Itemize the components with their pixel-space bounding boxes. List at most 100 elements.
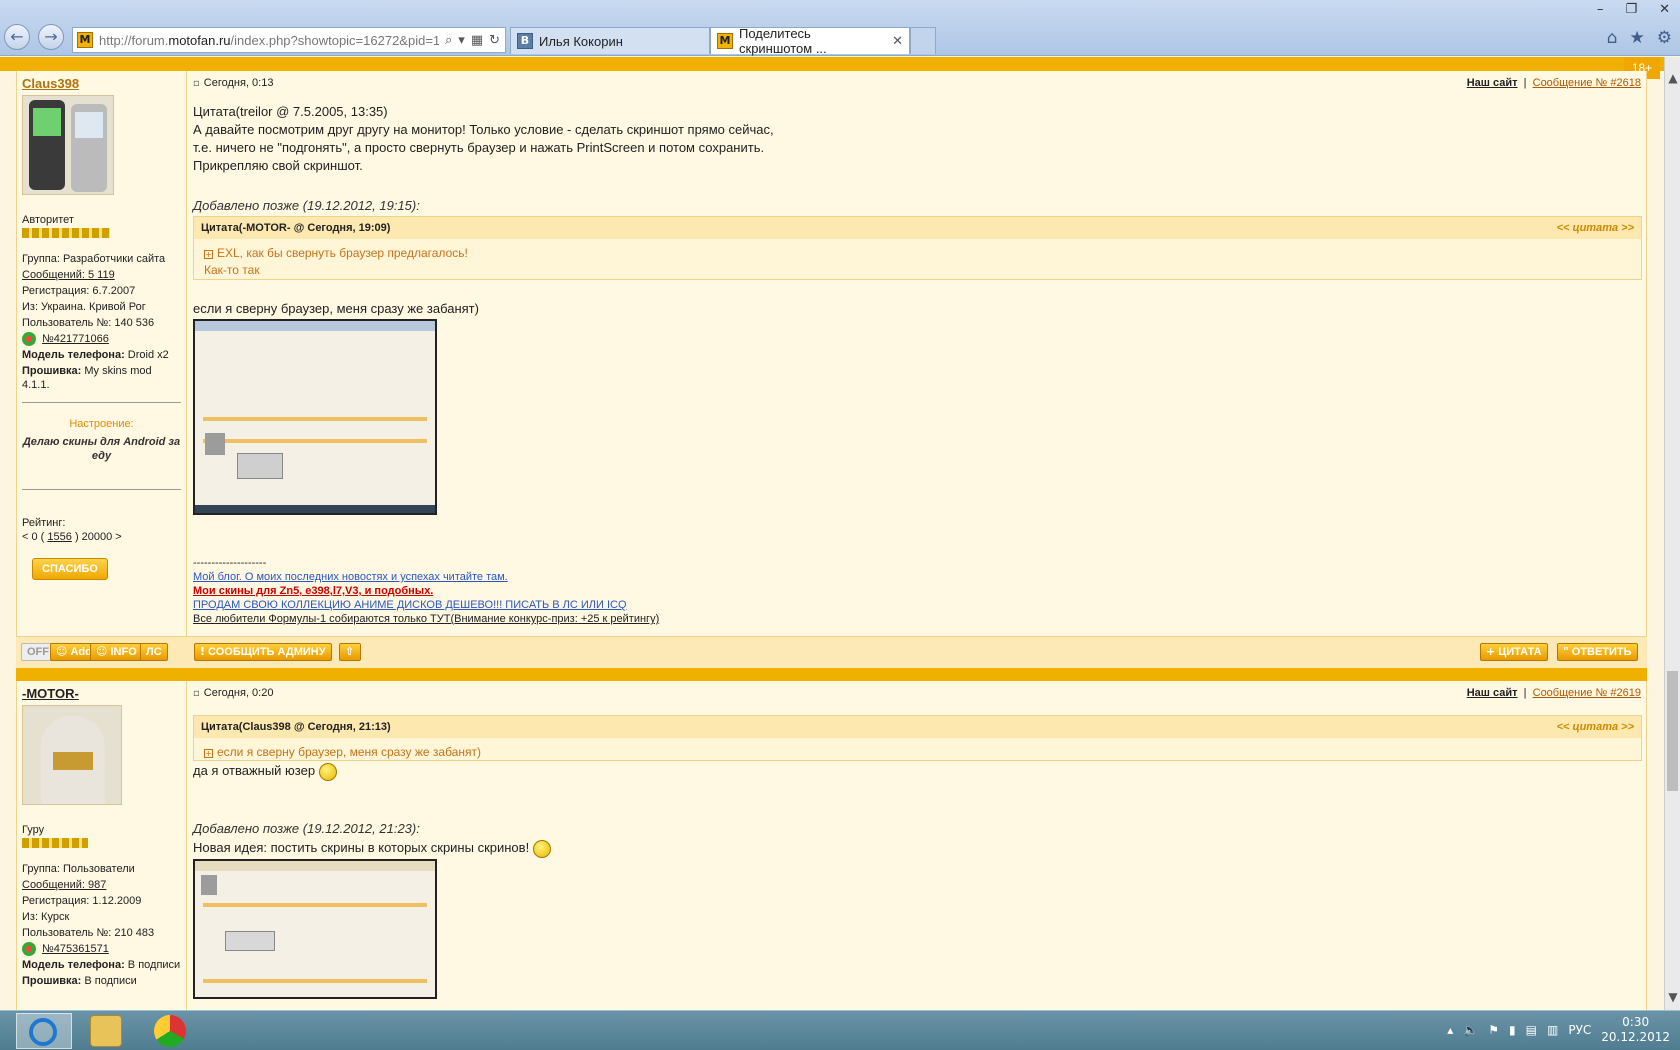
tab-close-icon[interactable]: ✕ xyxy=(892,34,903,49)
sig-anime-link[interactable]: ПРОДАМ СВОЮ КОЛЛЕКЦИЮ АНИМЕ ДИСКОВ ДЕШЕВ… xyxy=(193,598,659,612)
thanks-button[interactable]: СПАСИБО xyxy=(32,558,108,581)
new-tab-button[interactable] xyxy=(910,27,936,54)
info-button[interactable]: ☺ INFO xyxy=(90,643,143,661)
motofan-favicon-icon: M xyxy=(717,33,733,49)
icq-link[interactable]: №475361571 xyxy=(22,942,181,957)
action-center-icon[interactable]: ▥ xyxy=(1547,1023,1558,1037)
home-icon[interactable]: ⌂ xyxy=(1607,28,1618,48)
address-bar[interactable]: M http://forum.motofan.ru/index.php?show… xyxy=(72,27,506,53)
browser-chrome: ← → M http://forum.motofan.ru/index.php?… xyxy=(0,0,1680,56)
compat-view-icon[interactable]: ▦ xyxy=(471,33,483,48)
post-author-sidebar: Claus398 Авторитет Группа: Разработчики … xyxy=(17,71,187,668)
flag-icon[interactable]: ⚑ xyxy=(1488,1023,1499,1037)
user-rank: Гуру xyxy=(22,824,45,836)
favorites-star-icon[interactable]: ★ xyxy=(1630,28,1645,48)
user-group: Группа: Пользователи xyxy=(22,863,135,875)
user-from: Из: Украина. Кривой Рог xyxy=(22,301,146,313)
our-site-link[interactable]: Наш сайт xyxy=(1467,687,1518,699)
report-admin-button[interactable]: ! СООБЩИТЬ АДМИНУ xyxy=(194,643,332,661)
message-number-link[interactable]: Сообщение № #2619 xyxy=(1533,687,1641,699)
avatar xyxy=(22,705,122,805)
post-footer: OFF ☺ Add ☺ INFO ЛС ! СООБЩИТЬ АДМИНУ ⇧ + ЦИ… xyxy=(16,636,1647,668)
scroll-thumb[interactable] xyxy=(1667,671,1678,791)
tab-title: Поделитесь скриншотом ... xyxy=(739,26,827,56)
reply-button[interactable]: " ОТВЕТИТЬ xyxy=(1557,643,1638,661)
pm-button[interactable]: ЛС xyxy=(140,643,168,661)
chrome-icon[interactable] xyxy=(154,1015,186,1047)
motofan-favicon-icon: M xyxy=(77,32,93,48)
warning-icon: ! xyxy=(200,645,206,658)
quote-tag-link[interactable]: << цитата >> xyxy=(1557,721,1634,733)
message-number-link[interactable]: Сообщение № #2618 xyxy=(1533,77,1641,89)
user-messages[interactable]: Сообщений: 987 xyxy=(22,878,181,892)
user-registered: Регистрация: 6.7.2007 xyxy=(22,285,136,297)
user-icon: ☺ xyxy=(56,645,68,658)
dropdown-icon[interactable]: ▾ xyxy=(458,33,465,48)
network-icon[interactable]: ▤ xyxy=(1526,1023,1537,1037)
sig-f1-link[interactable]: Все любители Формулы-1 собираются только… xyxy=(193,612,659,626)
quote-block: Цитата(Claus398 @ Сегодня, 21:13) << цит… xyxy=(193,715,1642,761)
scroll-down-icon[interactable]: ▼ xyxy=(1665,990,1680,1004)
quote-tag-link[interactable]: << цитата >> xyxy=(1557,222,1634,234)
rating-link[interactable]: 1556 xyxy=(47,531,71,543)
post-content: ▫ Сегодня, 0:13 Наш сайт | Сообщение № #2… xyxy=(188,71,1646,668)
expand-icon[interactable]: + xyxy=(204,749,213,758)
quote-block: Цитата(-MOTOR- @ Сегодня, 19:09) << цита… xyxy=(193,216,1642,280)
scroll-up-icon[interactable]: ▲ xyxy=(1665,71,1680,85)
forward-button[interactable]: → xyxy=(38,24,64,50)
user-firmware: Прошивка: My skins mod 4.1.1. xyxy=(22,365,152,392)
screenshot-thumbnail[interactable] xyxy=(193,859,437,999)
clock[interactable]: 0:30 20.12.2012 xyxy=(1601,1015,1670,1045)
user-rank: Авторитет xyxy=(22,214,74,226)
gear-icon[interactable]: ⚙ xyxy=(1657,28,1672,48)
author-name-link[interactable]: Claus398 xyxy=(22,77,181,91)
taskbar: ▴ 🔈 ⚑ ▮ ▤ ▥ РУС 0:30 20.12.2012 xyxy=(0,1010,1680,1050)
icq-flower-icon xyxy=(22,942,36,957)
user-phone: Модель телефона: В подписи xyxy=(22,959,181,972)
explorer-folder-icon[interactable] xyxy=(90,1015,122,1047)
post-text: Цитата(treilor @ 7.5.2005, 13:35) А дава… xyxy=(193,103,774,175)
back-button[interactable]: ← xyxy=(4,24,30,50)
sig-separator: -------------------- xyxy=(193,557,267,569)
page-scrollbar[interactable]: ▲ ▼ xyxy=(1664,57,1680,1010)
screenshot-thumbnail[interactable] xyxy=(193,319,437,515)
ie-taskbar-button[interactable] xyxy=(16,1013,72,1049)
divider xyxy=(22,489,181,491)
minimize-icon[interactable]: – xyxy=(1597,2,1604,17)
search-icon[interactable]: ⌕ xyxy=(445,33,452,48)
added-later: Добавлено позже (19.12.2012, 21:23): xyxy=(193,821,420,836)
post-date: ▫ Сегодня, 0:13 xyxy=(193,77,274,89)
post-links: Наш сайт | Сообщение № #2619 xyxy=(1466,687,1641,699)
user-phone: Модель телефона: Droid x2 xyxy=(22,349,169,362)
battery-icon[interactable]: ▮ xyxy=(1509,1023,1516,1037)
text-line: т.е. ничего не "подгонять", а просто све… xyxy=(193,140,765,155)
our-site-link[interactable]: Наш сайт xyxy=(1467,77,1518,89)
refresh-icon[interactable]: ↻ xyxy=(489,33,500,48)
user-messages[interactable]: Сообщений: 5 119 xyxy=(22,268,181,282)
plus-icon: + xyxy=(1486,645,1496,658)
forum-post: Claus398 Авторитет Группа: Разработчики … xyxy=(16,71,1647,668)
close-window-icon[interactable]: ✕ xyxy=(1659,2,1670,17)
quote-author: Цитата(Claus398 @ Сегодня, 21:13) xyxy=(201,721,391,733)
language-indicator[interactable]: РУС xyxy=(1568,1023,1591,1037)
sig-skins-link[interactable]: Мои скины для Zn5, e398,l7,V3, и подобны… xyxy=(193,584,659,598)
expand-icon[interactable]: + xyxy=(204,250,213,259)
user-icon: ☺ xyxy=(96,645,108,658)
tray-expand-icon[interactable]: ▴ xyxy=(1447,1023,1453,1037)
icq-link[interactable]: №421771066 xyxy=(22,332,181,347)
user-number: Пользователь №: 210 483 xyxy=(22,927,155,939)
quote-marks-icon: " xyxy=(1563,645,1569,658)
scroll-top-button[interactable]: ⇧ xyxy=(339,643,361,661)
author-name-link[interactable]: -MOTOR- xyxy=(22,687,181,701)
quote-button[interactable]: + ЦИТАТА xyxy=(1480,643,1548,661)
tab-vk[interactable]: B Илья Кокорин xyxy=(510,27,710,54)
tab-title: Илья Кокорин xyxy=(539,33,623,49)
rating-value: < 0 ( 1556 ) 20000 > xyxy=(22,531,122,544)
restore-icon[interactable]: ❐ xyxy=(1625,2,1637,17)
volume-icon[interactable]: 🔈 xyxy=(1463,1023,1478,1037)
user-registered: Регистрация: 1.12.2009 xyxy=(22,895,142,907)
sig-blog-link[interactable]: Мой блог. О моих последних новостях и ус… xyxy=(193,570,659,584)
tab-motofan[interactable]: M Поделитесь скриншотом ... ✕ xyxy=(710,26,910,56)
post-links: Наш сайт | Сообщение № #2618 xyxy=(1466,77,1641,89)
address-url[interactable]: http://forum.motofan.ru/index.php?showto… xyxy=(99,33,439,48)
